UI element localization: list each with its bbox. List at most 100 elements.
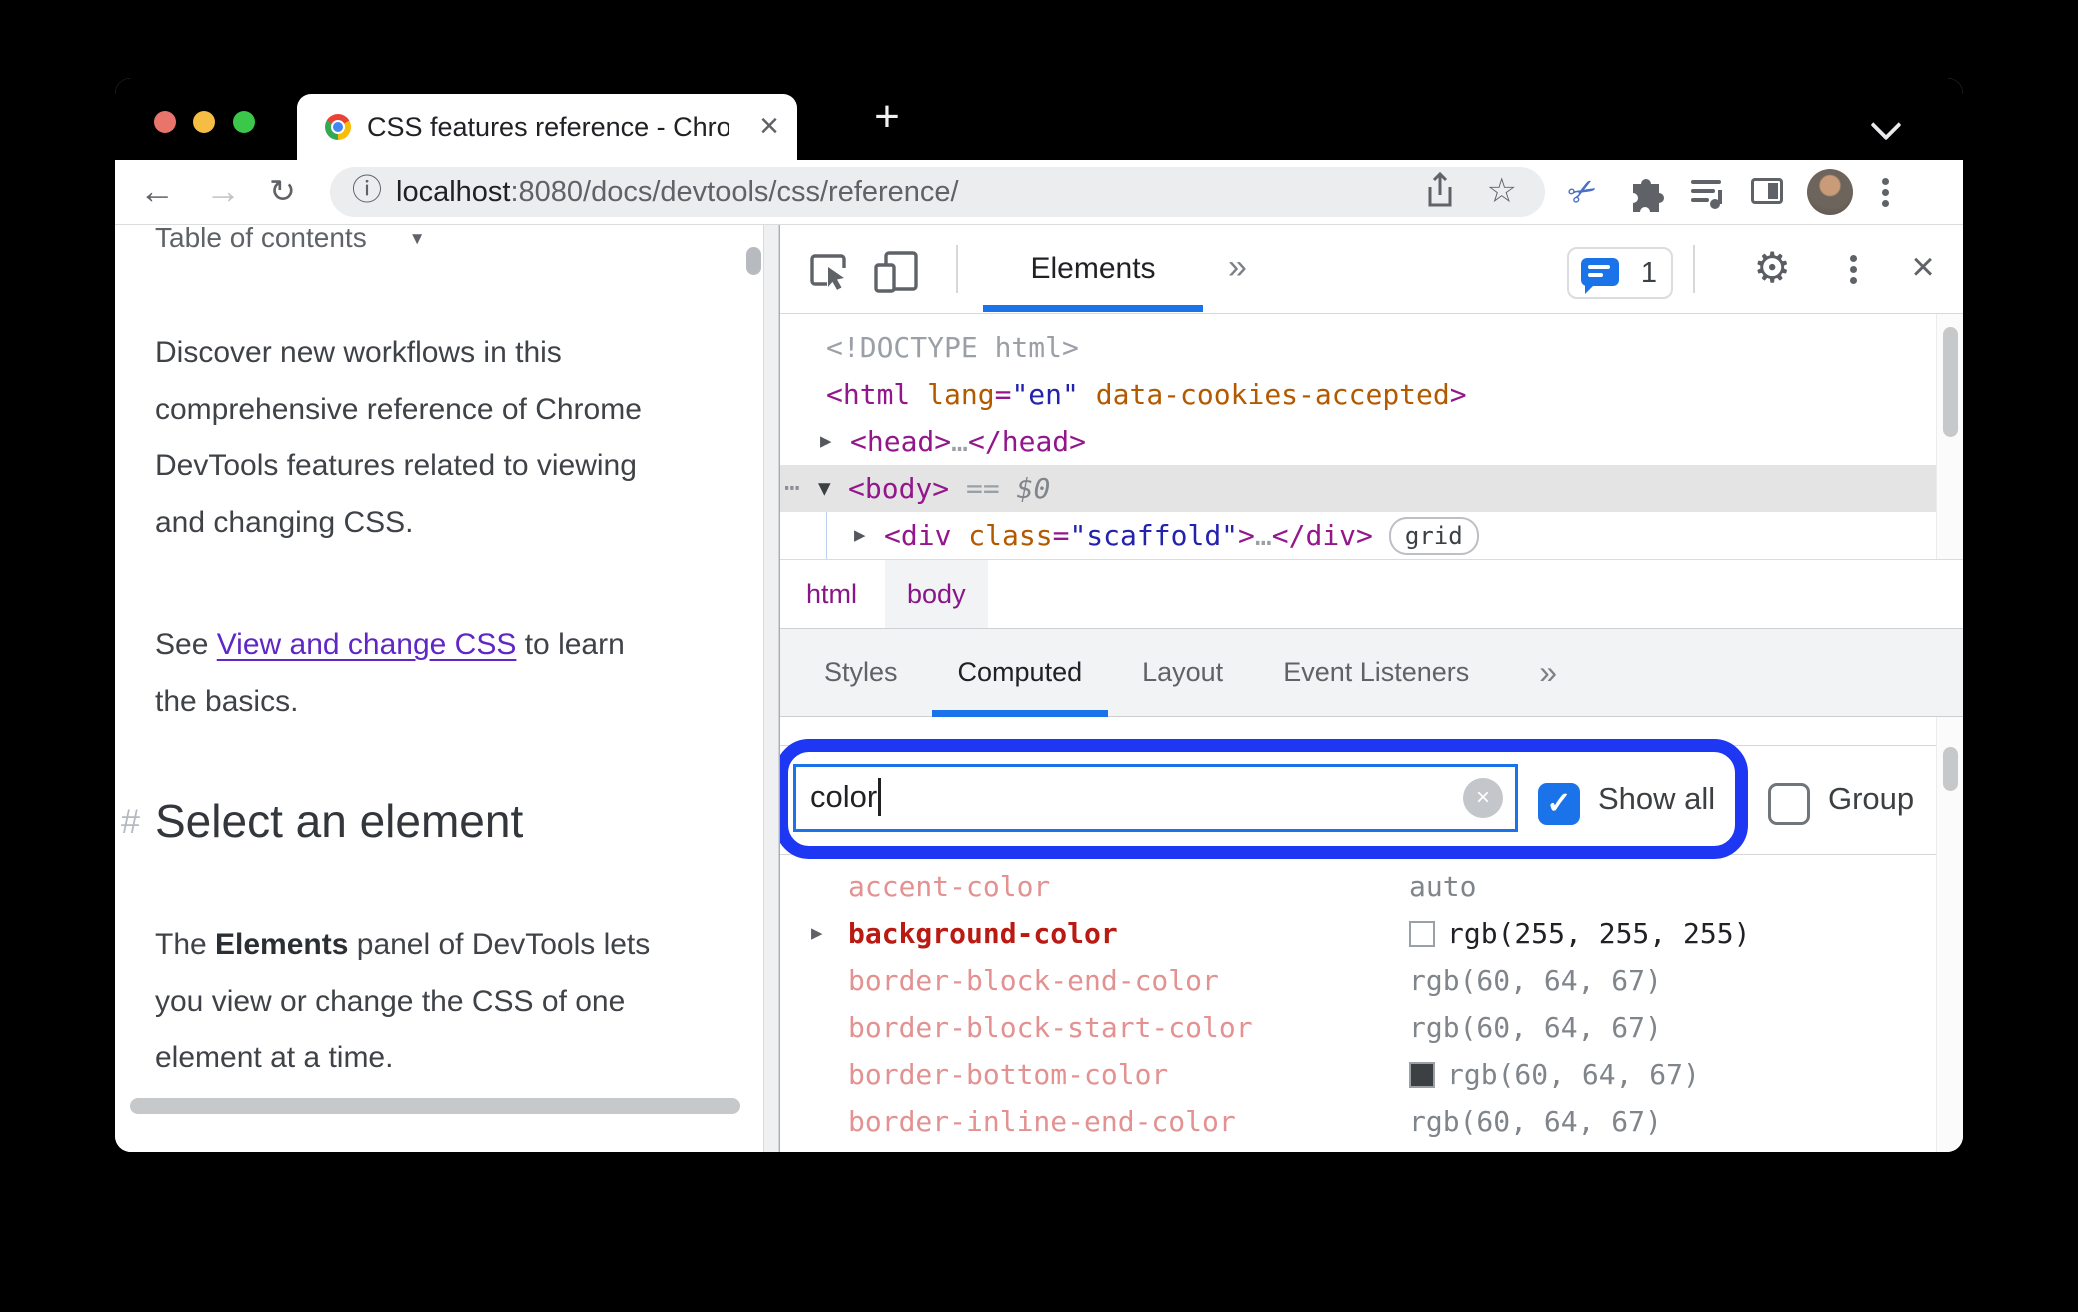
sidebar-tab-styles[interactable]: Styles — [794, 629, 928, 716]
dom-scrollbar-thumb[interactable] — [1943, 327, 1958, 437]
page-scrollbar-track[interactable] — [745, 225, 763, 1152]
forward-button[interactable]: → — [205, 160, 241, 224]
device-toolbar-icon[interactable] — [872, 249, 924, 295]
group-checkbox[interactable] — [1768, 783, 1810, 825]
new-tab-button[interactable]: + — [857, 86, 917, 152]
dom-tree-row[interactable]: ▶ <div class = "scaffold" >… </div> grid — [780, 512, 1936, 559]
extensions-puzzle-icon[interactable] — [1619, 166, 1671, 218]
dom-tree-row[interactable]: ⋯ ▼ <body> == $0 — [780, 465, 1936, 512]
sidebar-tab-event-listeners[interactable]: Event Listeners — [1253, 629, 1499, 716]
dom-token: … — [951, 425, 969, 458]
devtools-divider[interactable] — [763, 225, 779, 1152]
expand-arrow-icon[interactable]: ▶ — [811, 910, 848, 957]
expand-arrow-icon[interactable]: ▶ — [854, 512, 884, 559]
toolbar-separator — [956, 245, 958, 293]
grid-badge[interactable]: grid — [1388, 516, 1479, 555]
computed-property-row[interactable]: border-bottom-color rgb(60, 64, 67) — [780, 1051, 1963, 1098]
browser-window: CSS features reference - Chrome × + ← → … — [115, 78, 1963, 1152]
dom-token: </div> — [1271, 519, 1373, 552]
arrow-spacer — [811, 1145, 848, 1152]
close-window-button[interactable] — [154, 111, 176, 133]
dom-tree-row[interactable]: ▶ <head>… </head> — [780, 418, 1936, 465]
sidebar-tab-layout[interactable]: Layout — [1112, 629, 1253, 716]
devtools-panel: Elements » 1 ⚙ × <!DOCTYPE html> <html l… — [779, 225, 1963, 1152]
back-button[interactable]: ← — [139, 160, 175, 224]
browser-toolbar: ← → ↻ ⓘ localhost:8080/docs/devtools/css… — [115, 160, 1963, 225]
node-options-dots-icon[interactable]: ⋯ — [784, 465, 818, 512]
group-label[interactable]: Group — [1828, 746, 1914, 854]
minimize-window-button[interactable] — [193, 111, 215, 133]
table-of-contents[interactable]: Table of contents ▼ — [155, 225, 426, 261]
inspect-element-icon[interactable] — [806, 249, 852, 293]
color-swatch[interactable] — [1409, 920, 1435, 947]
computed-property-row[interactable]: border-block-start-color rgb(60, 64, 67) — [780, 1004, 1963, 1051]
arrow-spacer — [811, 1098, 848, 1145]
scissors-extension-icon[interactable]: ✂ — [1547, 156, 1618, 227]
computed-property-row[interactable]: border-inline-start-colorrgb(60, 64, 67) — [780, 1145, 1963, 1152]
collapse-arrow-icon[interactable]: ▼ — [818, 465, 848, 512]
browser-tab[interactable]: CSS features reference - Chrome × — [297, 94, 797, 160]
url-text[interactable]: localhost:8080/docs/devtools/css/referen… — [396, 167, 959, 217]
dom-breadcrumbs: html body — [780, 559, 1963, 628]
dom-tree-row[interactable]: <html lang = "en" data-cookies-accepted > — [780, 371, 1936, 418]
devtools-toolbar: Elements » 1 ⚙ × — [780, 225, 1963, 314]
page-horizontal-scrollbar[interactable] — [130, 1098, 740, 1114]
share-icon[interactable] — [1423, 167, 1457, 217]
expand-arrow-icon[interactable]: ▶ — [820, 418, 850, 465]
browser-menu-icon[interactable] — [1881, 174, 1889, 212]
body-pre-text: The — [155, 928, 216, 961]
devtools-settings-gear-icon[interactable]: ⚙ — [1753, 225, 1791, 313]
clear-filter-icon[interactable]: × — [1463, 778, 1503, 818]
arrow-spacer — [811, 1051, 848, 1098]
see-pre-text: See — [155, 628, 217, 661]
issues-count: 1 — [1640, 257, 1657, 289]
zoom-window-button[interactable] — [233, 111, 255, 133]
profile-avatar[interactable] — [1807, 169, 1853, 215]
computed-property-row[interactable]: border-inline-end-color rgb(60, 64, 67) — [780, 1098, 1963, 1145]
devtools-close-icon[interactable]: × — [1893, 225, 1953, 313]
filter-row: color × ✓ Show all Group — [780, 739, 1963, 859]
show-all-checkbox[interactable]: ✓ — [1538, 783, 1580, 825]
filter-input[interactable]: color × — [793, 764, 1518, 832]
tab-elements[interactable]: Elements — [1023, 225, 1163, 312]
devtools-menu-icon[interactable] — [1849, 251, 1857, 289]
bookmark-star-icon[interactable]: ☆ — [1487, 167, 1517, 217]
dom-token: <body> — [848, 472, 950, 505]
side-panel-icon[interactable] — [1751, 178, 1783, 204]
show-all-label[interactable]: Show all — [1598, 746, 1715, 854]
issues-counter[interactable]: 1 — [1567, 247, 1673, 299]
share-glyph-icon — [1428, 171, 1452, 207]
reload-button[interactable]: ↻ — [269, 160, 296, 224]
sidebar-tabs-more-icon[interactable]: » — [1539, 629, 1557, 716]
tab-close-icon[interactable]: × — [759, 94, 779, 160]
color-swatch[interactable] — [1409, 1061, 1435, 1088]
sidebar-tab-computed[interactable]: Computed — [928, 629, 1113, 717]
active-tab-underline — [983, 305, 1203, 312]
sidebar-scrollbar-thumb[interactable] — [1943, 747, 1958, 791]
heading-anchor-hash[interactable]: # — [121, 803, 140, 842]
site-info-icon[interactable]: ⓘ — [352, 167, 382, 217]
chevron-down-icon[interactable] — [1870, 109, 1902, 141]
property-name: background-color — [848, 917, 1118, 950]
inspect-glyph-icon — [810, 254, 846, 290]
breadcrumb-html[interactable]: html — [804, 560, 859, 628]
toc-label: Table of contents — [155, 225, 367, 253]
property-value: rgb(60, 64, 67) — [1409, 964, 1662, 997]
page-heading: Select an element — [155, 795, 524, 847]
sidebar-scrollbar-track[interactable] — [1936, 717, 1963, 1152]
dom-scrollbar-track[interactable] — [1936, 314, 1963, 559]
breadcrumb-body[interactable]: body — [885, 560, 988, 628]
more-panels-icon[interactable]: » — [1228, 225, 1247, 313]
body-paragraph: The Elements panel of DevTools lets you … — [155, 917, 715, 1087]
computed-pane: color × ✓ Show all Group accent-color aut… — [780, 717, 1963, 1152]
view-and-change-css-link[interactable]: View and change CSS — [217, 628, 517, 661]
computed-properties-list: accent-color auto ▶ background-color rgb(255… — [780, 855, 1963, 1152]
media-controls-icon[interactable] — [1681, 166, 1733, 218]
address-bar[interactable]: ⓘ localhost:8080/docs/devtools/css/refer… — [330, 167, 1545, 217]
dom-token: = — [1052, 519, 1070, 552]
computed-property-row[interactable]: border-block-end-color rgb(60, 64, 67) — [780, 957, 1963, 1004]
computed-property-row[interactable]: accent-color auto — [780, 863, 1963, 910]
page-scrollbar-thumb[interactable] — [746, 247, 761, 275]
computed-property-row[interactable]: ▶ background-color rgb(255, 255, 255) — [780, 910, 1963, 957]
dom-tree-row[interactable]: <!DOCTYPE html> — [780, 324, 1936, 371]
